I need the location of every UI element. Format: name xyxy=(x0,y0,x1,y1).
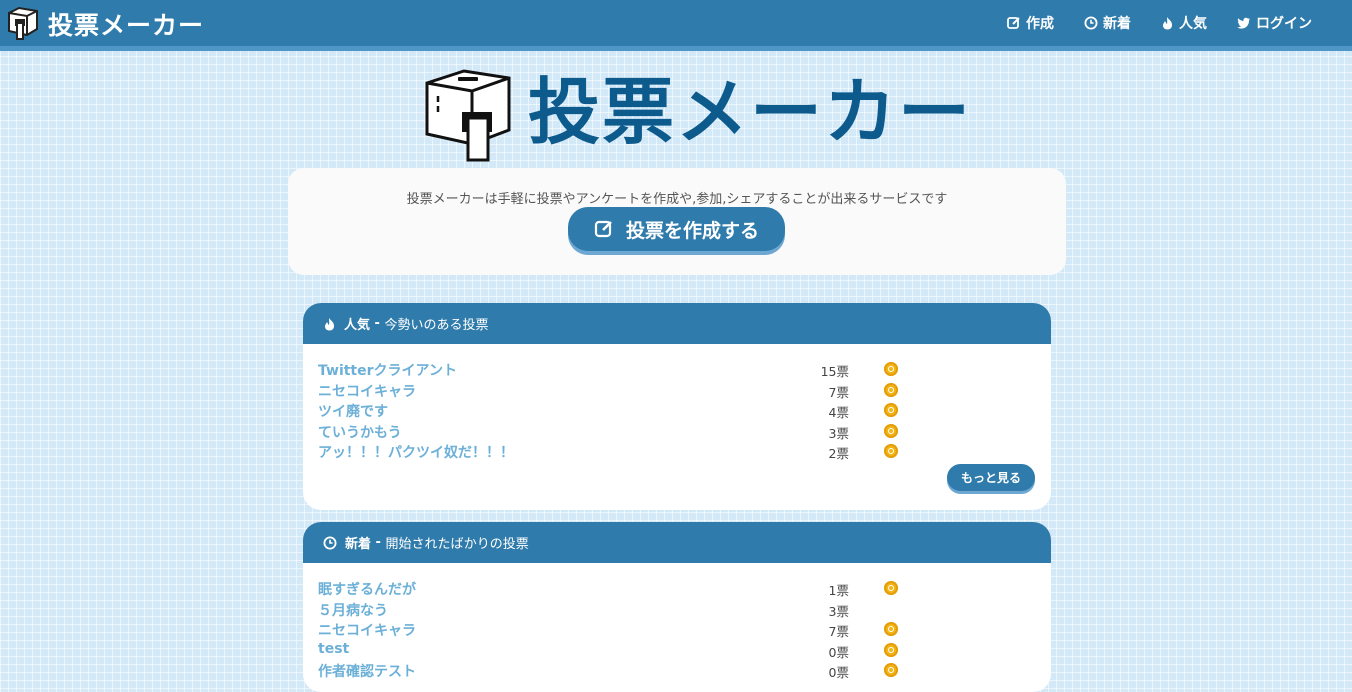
nav-item-recent[interactable]: 新着 xyxy=(1084,13,1131,33)
edit-icon xyxy=(1007,17,1020,29)
popular-panel-header: 人気 - 今勢いのある投票 xyxy=(303,303,1051,344)
list-item: Twitterクライアント 15票 xyxy=(303,359,1051,380)
list-item: ニセコイキャラ 7票 xyxy=(303,619,1051,640)
vote-count: 3票 xyxy=(828,425,849,441)
coin-icon xyxy=(884,403,898,417)
coin-icon xyxy=(884,663,898,677)
poll-title-link[interactable]: ていうかもう xyxy=(318,422,402,442)
poll-title-link[interactable]: 作者確認テスト xyxy=(318,661,416,681)
create-poll-button[interactable]: 投票を作成する xyxy=(568,207,785,251)
coin-icon xyxy=(884,622,898,636)
vote-count: 7票 xyxy=(828,384,849,400)
create-poll-button-label: 投票を作成する xyxy=(625,219,759,242)
poll-title-link[interactable]: ニセコイキャラ xyxy=(318,381,416,401)
ballot-box-logo-icon[interactable] xyxy=(6,5,40,42)
recent-panel-separator: - xyxy=(371,535,386,550)
recent-panel: 新着 - 開始されたばかりの投票 眠すぎるんだが 1票 ５月病なう 3票 ニセコ… xyxy=(303,522,1051,692)
vote-count: 2票 xyxy=(828,446,849,461)
vote-count: 1票 xyxy=(828,583,849,598)
hero-title: 投票メーカー xyxy=(528,70,973,154)
clock-icon xyxy=(1084,16,1098,30)
poll-title-link[interactable]: ニセコイキャラ xyxy=(318,620,416,640)
nav-item-create-label: 作成 xyxy=(1026,16,1054,32)
vote-count: 4票 xyxy=(828,405,849,420)
intro-description: 投票メーカーは手軽に投票やアンケートを作成や,参加,シェアすることが出来るサービ… xyxy=(406,192,948,207)
list-item: ツイ廃です 4票 xyxy=(303,400,1051,421)
poll-title-link[interactable]: ツイ廃です xyxy=(318,401,388,421)
list-item: ニセコイキャラ 7票 xyxy=(303,380,1051,401)
coin-icon xyxy=(884,581,898,595)
list-item: ていうかもう 3票 xyxy=(303,421,1051,442)
list-item: 眠すぎるんだが 1票 xyxy=(303,578,1051,599)
coin-icon xyxy=(884,642,898,657)
hero: 投票メーカー xyxy=(424,66,970,166)
vote-count: 0票 xyxy=(828,644,849,660)
recent-panel-subtitle: 開始されたばかりの投票 xyxy=(385,537,529,552)
poll-title-link[interactable]: アッ！！！パクツイ奴だ！！！ xyxy=(318,442,514,462)
edit-icon xyxy=(594,220,612,238)
coin-icon xyxy=(884,382,898,397)
fire-icon xyxy=(1163,17,1172,30)
nav-brand-title[interactable]: 投票メーカー xyxy=(48,6,204,42)
popular-panel-subtitle: 今勢いのある投票 xyxy=(384,318,489,333)
twitter-icon xyxy=(1237,17,1250,29)
poll-title-link[interactable]: 眠すぎるんだが xyxy=(318,579,416,599)
recent-panel-header: 新着 - 開始されたばかりの投票 xyxy=(303,522,1051,563)
list-item: test 0票 xyxy=(303,640,1051,661)
vote-count: 0票 xyxy=(828,665,849,680)
top-navbar: 投票メーカー 作成 新着 人気 ログイン xyxy=(0,0,1352,51)
list-item: 作者確認テスト 0票 xyxy=(303,660,1051,681)
vote-count: 3票 xyxy=(828,603,849,619)
popular-list: Twitterクライアント 15票 ニセコイキャラ 7票 ツイ廃です 4票 てい… xyxy=(303,344,1051,462)
nav-item-login[interactable]: ログイン xyxy=(1237,13,1312,33)
recent-list: 眠すぎるんだが 1票 ５月病なう 3票 ニセコイキャラ 7票 test 0票 作… xyxy=(303,563,1051,681)
list-item: アッ！！！パクツイ奴だ！！！ 2票 xyxy=(303,441,1051,462)
nav-item-popular-label: 人気 xyxy=(1179,16,1207,32)
ballot-box-logo-icon xyxy=(425,69,511,162)
vote-count: 15票 xyxy=(820,364,849,379)
recent-panel-title: 新着 xyxy=(345,537,372,552)
popular-panel-separator: - xyxy=(370,316,385,331)
clock-icon xyxy=(323,536,337,549)
poll-title-link[interactable]: test xyxy=(318,641,349,657)
popular-panel-title: 人気 xyxy=(344,318,371,333)
nav-item-login-label: ログイン xyxy=(1256,16,1312,32)
poll-title-link[interactable]: ５月病なう xyxy=(318,600,388,620)
popular-panel: 人気 - 今勢いのある投票 Twitterクライアント 15票 ニセコイキャラ … xyxy=(303,303,1051,510)
nav-item-create[interactable]: 作成 xyxy=(1007,13,1054,33)
poll-title-link[interactable]: Twitterクライアント xyxy=(318,360,457,380)
coin-icon xyxy=(884,423,898,438)
nav-item-recent-label: 新着 xyxy=(1103,16,1131,32)
list-item: ５月病なう 3票 xyxy=(303,599,1051,620)
show-more-button[interactable]: もっと見る xyxy=(947,464,1035,491)
coin-icon xyxy=(884,444,898,458)
nav-menu: 作成 新着 人気 ログイン xyxy=(977,0,1312,46)
coin-icon xyxy=(884,362,898,376)
intro-card: 投票メーカーは手軽に投票やアンケートを作成や,参加,シェアすることが出来るサービ… xyxy=(288,168,1066,275)
vote-count: 7票 xyxy=(828,624,849,639)
nav-item-popular[interactable]: 人気 xyxy=(1161,13,1207,33)
fire-icon xyxy=(325,317,334,330)
